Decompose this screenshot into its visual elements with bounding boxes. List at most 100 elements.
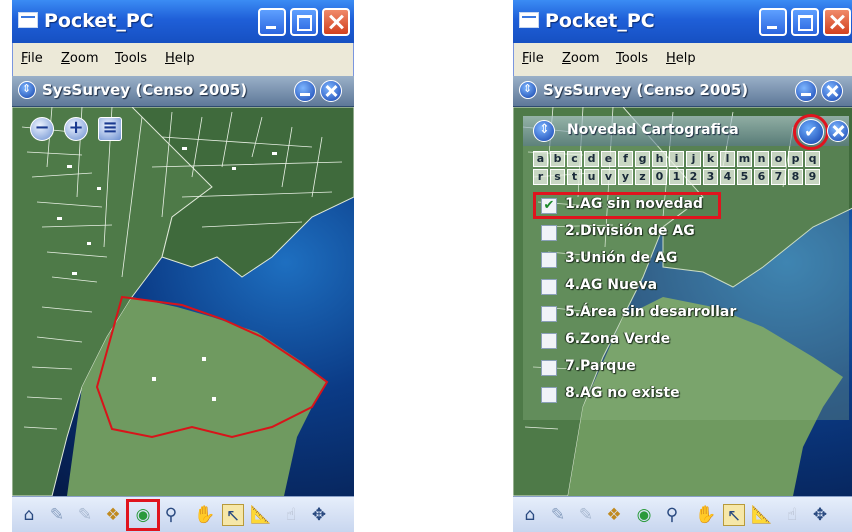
pen-icon[interactable]: ✎ — [46, 504, 68, 526]
close-button[interactable] — [322, 8, 350, 36]
menu-zoom[interactable]: Zoom — [61, 51, 98, 66]
checkbox[interactable] — [541, 333, 557, 349]
checkbox[interactable] — [541, 252, 557, 268]
app-menu-icon[interactable] — [18, 81, 36, 99]
pointer-icon[interactable]: ☝ — [280, 504, 302, 526]
letter-key[interactable]: l — [720, 151, 735, 167]
letter-key[interactable]: 4 — [720, 169, 735, 185]
letter-key[interactable]: c — [567, 151, 582, 167]
checkbox[interactable] — [541, 306, 557, 322]
letter-key[interactable]: d — [584, 151, 599, 167]
window-title: Pocket_PC — [545, 10, 655, 32]
letter-key[interactable]: a — [533, 151, 548, 167]
pen-faded-icon[interactable]: ✎ — [74, 504, 96, 526]
menu-help[interactable]: Help — [165, 51, 195, 66]
pan-icon[interactable]: ✥ — [308, 504, 330, 526]
letter-key[interactable]: 9 — [805, 169, 820, 185]
letter-key[interactable]: y — [618, 169, 633, 185]
letter-key[interactable]: g — [635, 151, 650, 167]
letter-key[interactable]: 5 — [737, 169, 752, 185]
home-icon[interactable]: ⌂ — [18, 504, 40, 526]
letter-key[interactable]: q — [805, 151, 820, 167]
pen-faded-icon[interactable]: ✎ — [575, 504, 597, 526]
option-label: 7.Parque — [565, 358, 636, 374]
app-close-button[interactable] — [821, 80, 843, 102]
pan-icon[interactable]: ✥ — [809, 504, 831, 526]
zoom-in-button[interactable]: + — [64, 117, 88, 141]
letter-key[interactable]: b — [550, 151, 565, 167]
app-title: SysSurvey (Censo 2005) — [42, 81, 248, 99]
menu-zoom[interactable]: Zoom — [562, 51, 599, 66]
select-arrow-icon[interactable]: ↖ — [222, 504, 244, 526]
home-icon[interactable]: ⌂ — [519, 504, 541, 526]
app-minimize-button[interactable] — [294, 80, 316, 102]
letter-key[interactable]: 3 — [703, 169, 718, 185]
menu-file[interactable]: File — [522, 51, 544, 66]
minimize-button[interactable] — [759, 8, 787, 36]
select-arrow-icon[interactable]: ↖ — [723, 504, 745, 526]
option-label: 8.AG no existe — [565, 385, 680, 401]
map-globe-icon[interactable]: ◉ — [633, 504, 655, 526]
letter-key[interactable]: f — [618, 151, 633, 167]
close-button[interactable] — [823, 8, 851, 36]
hand-icon[interactable]: ✋ — [695, 504, 717, 526]
maximize-button[interactable] — [290, 8, 318, 36]
menu-file[interactable]: File — [21, 51, 43, 66]
letter-key[interactable]: m — [737, 151, 752, 167]
letter-key[interactable]: u — [584, 169, 599, 185]
letter-key[interactable]: 6 — [754, 169, 769, 185]
menu-bar: File Zoom Tools Help — [12, 43, 354, 76]
bottom-toolbar: ⌂ ✎ ✎ ❖ ◉ ⚲ ✋ ↖ 📐 ☝ ✥ — [12, 496, 354, 532]
novedad-dialog: Novedad Cartografica ✔ a b c d e f g h i… — [523, 114, 849, 420]
letter-key[interactable]: 0 — [652, 169, 667, 185]
zoom-slider-icon[interactable]: ≡ — [98, 117, 122, 141]
letter-key[interactable]: n — [754, 151, 769, 167]
letter-key[interactable]: p — [788, 151, 803, 167]
menu-tools[interactable]: Tools — [115, 51, 147, 66]
maximize-button[interactable] — [791, 8, 819, 36]
checkbox[interactable] — [541, 360, 557, 376]
dialog-close-button[interactable] — [827, 120, 849, 142]
letter-key[interactable]: t — [567, 169, 582, 185]
letter-key[interactable]: 1 — [669, 169, 684, 185]
letter-key[interactable]: i — [669, 151, 684, 167]
letter-key[interactable]: h — [652, 151, 667, 167]
option-label: 3.Unión de AG — [565, 250, 678, 266]
app-close-button[interactable] — [320, 80, 342, 102]
checkbox[interactable] — [541, 387, 557, 403]
option-label: 5.Área sin desarrollar — [565, 304, 737, 320]
app-menu-icon[interactable] — [519, 81, 537, 99]
pointer-icon[interactable]: ☝ — [781, 504, 803, 526]
app-minimize-button[interactable] — [795, 80, 817, 102]
dialog-menu-icon[interactable] — [533, 120, 555, 142]
dialog-header: Novedad Cartografica ✔ — [523, 114, 849, 150]
menu-help[interactable]: Help — [666, 51, 696, 66]
letter-key[interactable]: e — [601, 151, 616, 167]
letter-key[interactable]: k — [703, 151, 718, 167]
windows-logo-icon — [18, 12, 38, 28]
highlight-option-1 — [533, 192, 721, 219]
letter-key[interactable]: s — [550, 169, 565, 185]
letter-key[interactable]: 8 — [788, 169, 803, 185]
measure-icon[interactable]: 📐 — [751, 504, 773, 526]
letter-key[interactable]: r — [533, 169, 548, 185]
measure-icon[interactable]: 📐 — [250, 504, 272, 526]
magnifier-icon[interactable]: ⚲ — [160, 504, 182, 526]
checkbox[interactable] — [541, 225, 557, 241]
menu-tools[interactable]: Tools — [616, 51, 648, 66]
letter-key[interactable]: 2 — [686, 169, 701, 185]
zoom-out-button[interactable]: − — [30, 117, 54, 141]
pen-icon[interactable]: ✎ — [547, 504, 569, 526]
letter-key[interactable]: j — [686, 151, 701, 167]
magnifier-icon[interactable]: ⚲ — [661, 504, 683, 526]
checkbox[interactable] — [541, 279, 557, 295]
map-view[interactable]: − + ≡ — [12, 107, 354, 496]
letter-key[interactable]: z — [635, 169, 650, 185]
letter-key[interactable]: 7 — [771, 169, 786, 185]
layers-icon[interactable]: ❖ — [603, 504, 625, 526]
layers-icon[interactable]: ❖ — [102, 504, 124, 526]
letter-key[interactable]: v — [601, 169, 616, 185]
minimize-button[interactable] — [258, 8, 286, 36]
letter-key[interactable]: o — [771, 151, 786, 167]
hand-icon[interactable]: ✋ — [194, 504, 216, 526]
